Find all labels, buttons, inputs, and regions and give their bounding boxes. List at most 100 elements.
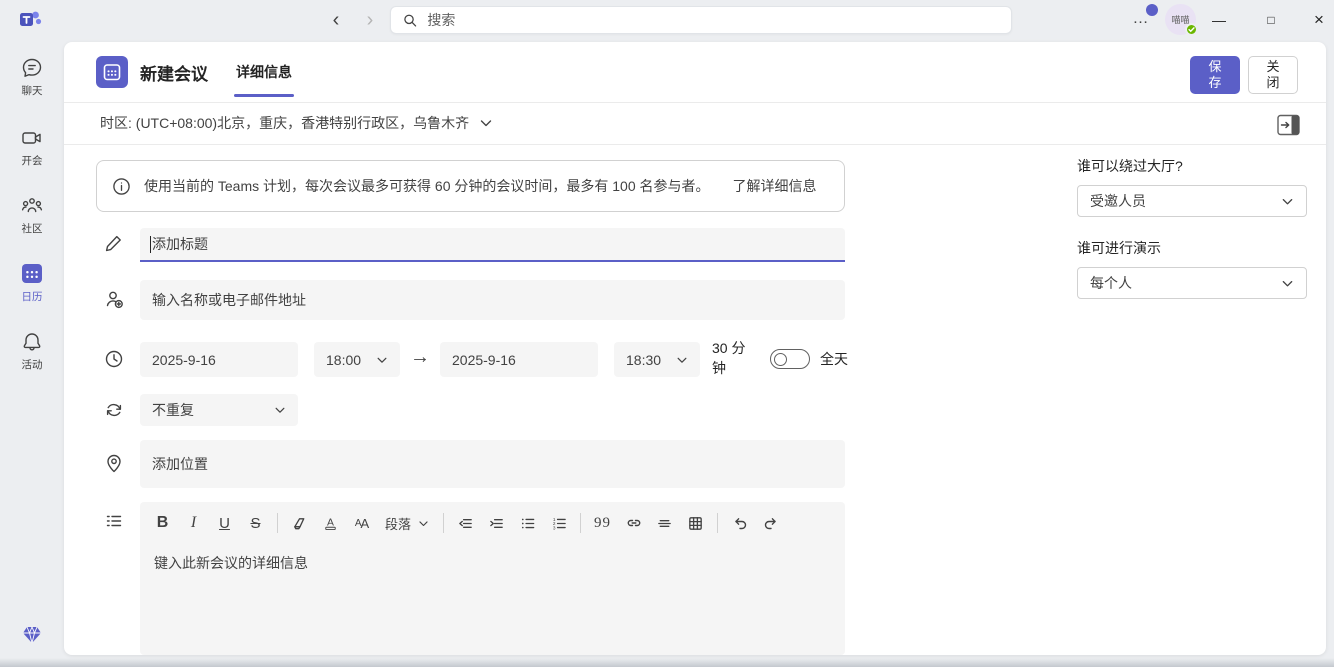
horizontal-rule-icon	[656, 515, 673, 532]
save-button[interactable]: 保存	[1190, 56, 1240, 94]
editor-toolbar: B I U S A AA 段落	[140, 502, 845, 537]
sidebar-item-activity[interactable]: 活动	[0, 330, 64, 372]
plan-limit-banner: 使用当前的 Teams 计划，每次会议最多可获得 60 分钟的会议时间，最多有 …	[96, 160, 845, 212]
timezone-selector[interactable]: 时区: (UTC+08:00)北京，重庆，香港特别行政区，乌鲁木齐	[100, 102, 493, 144]
font-color-button[interactable]: A	[316, 509, 345, 537]
back-icon[interactable]: ‹	[322, 6, 350, 34]
start-date-value: 2025-9-16	[152, 352, 216, 368]
chevron-down-icon	[376, 354, 388, 366]
attendees-field[interactable]	[140, 280, 845, 320]
window-maximize-button[interactable]: □	[1250, 0, 1292, 40]
location-field[interactable]	[140, 440, 845, 488]
meeting-calendar-icon	[96, 56, 128, 88]
search-input[interactable]	[427, 12, 999, 28]
end-time-select[interactable]: 18:30	[614, 342, 700, 377]
indent-button[interactable]	[482, 509, 511, 537]
tab-details[interactable]: 详细信息	[234, 56, 294, 88]
pencil-icon	[103, 232, 125, 254]
collapse-panel-button[interactable]	[1277, 114, 1300, 136]
undo-icon	[731, 514, 749, 532]
horizontal-rule-button[interactable]	[650, 509, 679, 537]
learn-more-link[interactable]: 了解详细信息	[733, 176, 817, 196]
meeting-title-input[interactable]: 添加标题	[140, 228, 845, 262]
dialog-header: 新建会议 详细信息 保存 关闭	[64, 42, 1326, 102]
font-size-button[interactable]: AA	[347, 509, 376, 537]
chevron-down-icon	[1281, 277, 1294, 290]
paragraph-style-dropdown[interactable]: 段落	[378, 509, 436, 537]
text-caret	[150, 236, 151, 253]
font-size-big-glyph: A	[361, 516, 369, 531]
forward-icon: ›	[356, 6, 384, 34]
undo-button[interactable]	[725, 509, 754, 537]
strikethrough-button[interactable]: S	[241, 509, 270, 537]
page-title: 新建会议	[140, 60, 208, 85]
presence-available-icon	[1185, 23, 1198, 36]
sidebar-item-label: 开会	[22, 153, 43, 168]
highlight-button[interactable]	[285, 509, 314, 537]
chevron-down-icon	[479, 116, 493, 130]
banner-text: 使用当前的 Teams 计划，每次会议最多可获得 60 分钟的会议时间，最多有 …	[144, 176, 710, 196]
all-day-toggle[interactable]	[770, 349, 810, 369]
toolbar-separator	[580, 513, 581, 533]
titlebar: ‹ › … 喵喵 — □ ×	[0, 0, 1334, 40]
sidebar-item-chat[interactable]: 聊天	[0, 56, 64, 98]
repeat-value: 不重复	[152, 400, 194, 420]
underline-button[interactable]: U	[210, 509, 239, 537]
outdent-button[interactable]	[451, 509, 480, 537]
window-minimize-button[interactable]: —	[1198, 0, 1240, 40]
blockquote-button[interactable]: 99	[588, 509, 617, 537]
duration-label: 30 分钟	[712, 338, 752, 379]
highlighter-icon	[291, 515, 308, 532]
window-bottom-edge	[0, 658, 1334, 667]
search-box[interactable]	[390, 6, 1012, 34]
sidebar-item-meet[interactable]: 开会	[0, 126, 64, 168]
toolbar-separator	[277, 513, 278, 533]
chevron-down-icon	[1281, 195, 1294, 208]
lobby-bypass-value: 受邀人员	[1090, 191, 1146, 211]
sidebar-item-calendar[interactable]: 日历	[0, 260, 64, 304]
toolbar-separator	[717, 513, 718, 533]
redo-button[interactable]	[756, 509, 785, 537]
notes-placeholder: 键入此新会议的详细信息	[154, 553, 845, 573]
location-pin-icon	[103, 452, 125, 474]
repeat-icon	[103, 399, 125, 421]
lobby-bypass-label: 谁可以绕过大厅?	[1077, 156, 1307, 176]
gem-icon[interactable]	[20, 623, 44, 647]
end-time-value: 18:30	[626, 352, 661, 368]
start-date-input[interactable]: 2025-9-16	[140, 342, 298, 377]
table-icon	[687, 515, 704, 532]
attendees-input[interactable]	[140, 292, 845, 308]
close-button[interactable]: 关闭	[1248, 56, 1298, 94]
end-date-input[interactable]: 2025-9-16	[440, 342, 598, 377]
insert-link-button[interactable]	[619, 509, 648, 537]
italic-button[interactable]: I	[179, 509, 208, 537]
bold-button[interactable]: B	[148, 509, 177, 537]
lobby-bypass-select[interactable]: 受邀人员	[1077, 185, 1307, 217]
presenter-select[interactable]: 每个人	[1077, 267, 1307, 299]
link-icon	[625, 514, 643, 532]
bullet-list-button[interactable]	[513, 509, 542, 537]
notification-dot	[1146, 4, 1158, 16]
redo-icon	[762, 514, 780, 532]
location-input[interactable]	[140, 456, 845, 472]
video-camera-icon	[20, 126, 44, 150]
toolbar-separator	[443, 513, 444, 533]
info-icon	[112, 177, 131, 196]
start-time-value: 18:00	[326, 352, 361, 368]
calendar-icon	[19, 260, 45, 286]
numbered-list-button[interactable]: 1 2 3	[544, 509, 573, 537]
indent-icon	[488, 515, 505, 532]
svg-text:A: A	[327, 517, 334, 528]
meeting-notes-editor[interactable]: B I U S A AA 段落	[140, 502, 845, 655]
timezone-label: 时区: (UTC+08:00)北京，重庆，香港特别行政区，乌鲁木齐	[100, 113, 469, 133]
start-time-select[interactable]: 18:00	[314, 342, 400, 377]
end-date-value: 2025-9-16	[452, 352, 516, 368]
insert-table-button[interactable]	[681, 509, 710, 537]
numbered-list-icon: 1 2 3	[550, 515, 567, 532]
window-close-button[interactable]: ×	[1298, 0, 1334, 40]
paragraph-label: 段落	[385, 514, 411, 533]
outdent-icon	[457, 515, 474, 532]
sidebar-item-label: 活动	[22, 357, 43, 372]
repeat-select[interactable]: 不重复	[140, 394, 298, 426]
sidebar-item-community[interactable]: 社区	[0, 194, 64, 236]
